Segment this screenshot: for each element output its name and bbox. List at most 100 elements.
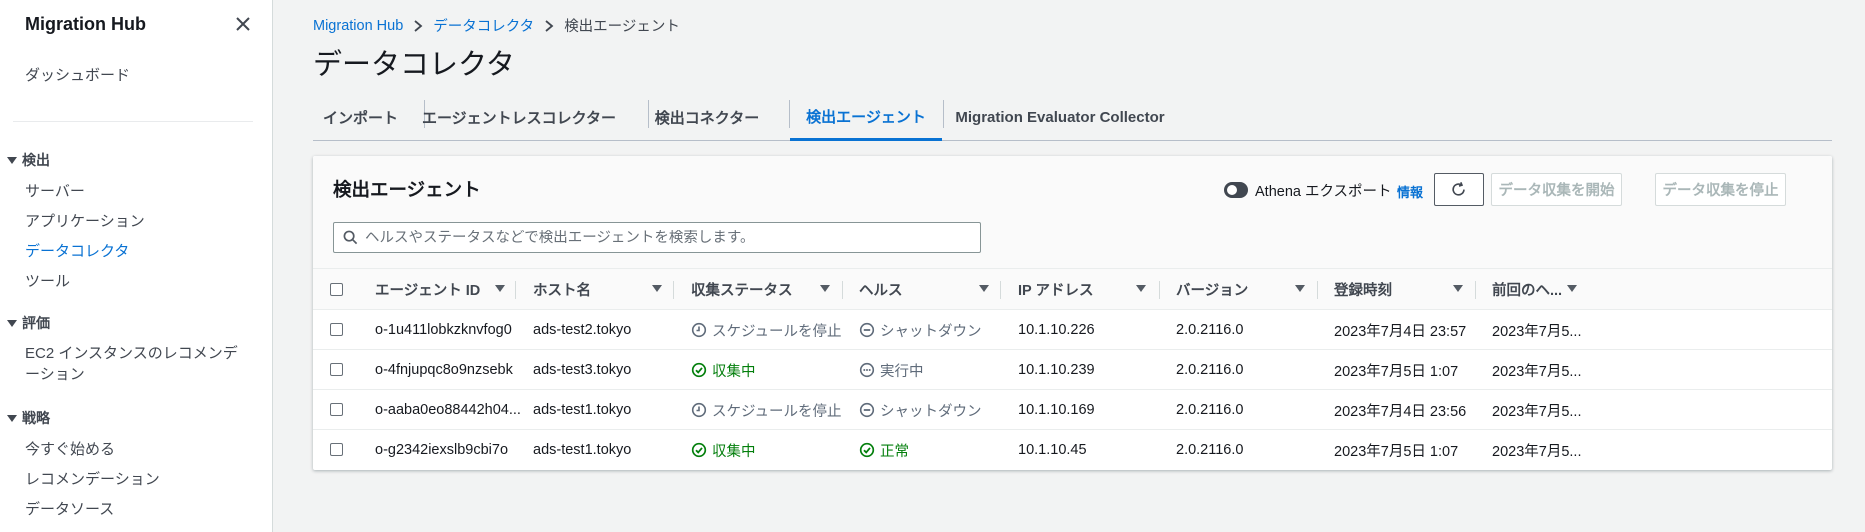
table-row[interactable]: o-aaba0eo88442h04... ads-test1.tokyo スケジ…	[313, 390, 1832, 430]
column-divider[interactable]	[1317, 281, 1318, 299]
sidebar-title: Migration Hub	[25, 14, 146, 34]
cell-version: 2.0.2116.0	[1176, 362, 1244, 378]
sort-caret-icon[interactable]	[495, 285, 505, 292]
tab-import[interactable]: インポート	[313, 94, 408, 141]
sidebar-item-tools[interactable]: ツール	[25, 270, 70, 291]
status-text: 収集中	[712, 363, 756, 380]
table-row[interactable]: o-1u411lobkzknvfog0 ads-test2.tokyo スケジュ…	[313, 310, 1832, 350]
row-checkbox[interactable]	[330, 323, 343, 336]
tab-migration-evaluator-collector[interactable]: Migration Evaluator Collector	[944, 94, 1176, 141]
sidebar-item-get-started[interactable]: 今すぐ始める	[25, 438, 115, 459]
athena-export-toggle[interactable]	[1224, 182, 1248, 198]
athena-export-label: Athena エクスポート	[1255, 184, 1392, 200]
panel-header: 検出エージェント Athena エクスポート 情報 データ収集を開始 データ収集…	[313, 156, 1832, 269]
column-divider[interactable]	[1159, 281, 1160, 299]
table-row[interactable]: o-4fnjupqc8o9nzsebk ads-test3.tokyo 収集中 …	[313, 350, 1832, 390]
caret-down-icon	[7, 319, 17, 327]
search-input[interactable]	[365, 229, 965, 246]
cell-registered: 2023年7月5日 1:07	[1334, 363, 1459, 380]
column-header-hostname[interactable]: ホスト名	[533, 269, 591, 310]
cell-health: 正常	[859, 430, 1009, 470]
shutdown-icon	[859, 322, 875, 338]
sidebar: Migration Hub ダッシュボード 検出 サーバー アプリケーション デ…	[0, 0, 273, 532]
sidebar-item-data-sources[interactable]: データソース	[25, 498, 114, 519]
row-checkbox[interactable]	[330, 363, 343, 376]
sidebar-item-ec2-recommendations[interactable]: EC2 インスタンスのレコメンデーション	[25, 343, 250, 385]
breadcrumb-migration-hub[interactable]: Migration Hub	[313, 18, 403, 34]
cell-hostname: ads-test3.tokyo	[533, 362, 632, 378]
stop-collection-button[interactable]: データ収集を停止	[1655, 173, 1786, 206]
column-divider[interactable]	[515, 281, 516, 299]
column-divider[interactable]	[1475, 281, 1476, 299]
row-checkbox[interactable]	[330, 443, 343, 456]
column-header-version[interactable]: バージョン	[1176, 269, 1248, 310]
sort-caret-icon[interactable]	[1295, 285, 1305, 292]
column-header-health[interactable]: ヘルス	[859, 269, 903, 310]
cell-ip: 10.1.10.45	[1018, 442, 1087, 458]
chevron-right-icon	[414, 19, 423, 32]
breadcrumb: Migration Hub データコレクタ 検出エージェント	[313, 15, 680, 36]
column-divider[interactable]	[673, 281, 674, 299]
sidebar-section-label: 戦略	[22, 410, 50, 426]
column-header-last-health[interactable]: 前回のヘ...	[1492, 269, 1562, 310]
cell-hostname: ads-test1.tokyo	[533, 402, 632, 418]
page-title: データコレクタ	[313, 49, 515, 81]
cell-agent-id: o-4fnjupqc8o9nzsebk	[375, 362, 513, 378]
sidebar-item-dashboard[interactable]: ダッシュボード	[25, 64, 130, 85]
sidebar-section-assess[interactable]: 評価	[7, 313, 50, 333]
cell-ip: 10.1.10.169	[1018, 402, 1095, 418]
clock-stopped-icon	[691, 402, 707, 418]
tab-discovery-agent[interactable]: 検出エージェント	[790, 94, 942, 141]
info-link[interactable]: 情報	[1397, 182, 1423, 201]
cell-last-health: 2023年7月5...	[1492, 363, 1582, 380]
cell-ip: 10.1.10.239	[1018, 362, 1095, 378]
sidebar-item-applications[interactable]: アプリケーション	[25, 210, 145, 231]
breadcrumb-data-collectors[interactable]: データコレクタ	[433, 15, 534, 36]
column-divider[interactable]	[1000, 281, 1001, 299]
cell-collection-status: スケジュールを停止	[691, 310, 851, 350]
sidebar-item-recommendations[interactable]: レコメンデーション	[25, 468, 160, 489]
refresh-button[interactable]	[1434, 173, 1484, 206]
agents-panel: 検出エージェント Athena エクスポート 情報 データ収集を開始 データ収集…	[313, 156, 1832, 470]
sidebar-divider	[13, 121, 253, 122]
column-header-agent-id[interactable]: エージェント ID	[375, 269, 480, 310]
cell-registered: 2023年7月4日 23:56	[1334, 403, 1467, 420]
running-icon	[859, 362, 875, 378]
select-all-checkbox[interactable]	[330, 283, 343, 296]
cell-collection-status: スケジュールを停止	[691, 390, 851, 430]
tab-agentless-collector[interactable]: エージェントレスコレクター	[422, 94, 616, 141]
cell-hostname: ads-test1.tokyo	[533, 442, 632, 458]
check-circle-icon	[859, 442, 875, 458]
cell-version: 2.0.2116.0	[1176, 442, 1244, 458]
sort-caret-icon[interactable]	[979, 285, 989, 292]
row-checkbox[interactable]	[330, 403, 343, 416]
sort-caret-icon[interactable]	[1453, 285, 1463, 292]
sidebar-section-label: 検出	[22, 152, 50, 168]
cell-agent-id: o-aaba0eo88442h04...	[375, 402, 521, 418]
sidebar-item-servers[interactable]: サーバー	[25, 180, 85, 201]
column-divider[interactable]	[842, 281, 843, 299]
search-icon	[343, 230, 358, 245]
table-header: エージェント ID ホスト名 収集ステータス ヘルス IP アドレス バージョン…	[313, 269, 1832, 310]
sidebar-section-discover[interactable]: 検出	[7, 150, 50, 170]
status-text: 収集中	[712, 443, 756, 460]
tab-discovery-connector[interactable]: 検出コネクター	[649, 94, 765, 141]
table-row[interactable]: o-g2342iexslb9cbi7o ads-test1.tokyo 収集中 …	[313, 430, 1832, 470]
start-collection-button[interactable]: データ収集を開始	[1491, 173, 1622, 206]
column-header-registered[interactable]: 登録時刻	[1334, 269, 1392, 310]
sort-caret-icon[interactable]	[1567, 285, 1577, 292]
chevron-right-icon	[545, 19, 554, 32]
column-header-collection-status[interactable]: 収集ステータス	[691, 269, 793, 310]
sort-caret-icon[interactable]	[652, 285, 662, 292]
cell-registered: 2023年7月5日 1:07	[1334, 443, 1459, 460]
close-icon[interactable]	[233, 14, 253, 34]
breadcrumb-current: 検出エージェント	[564, 19, 680, 35]
sort-caret-icon[interactable]	[820, 285, 830, 292]
sidebar-item-data-collectors[interactable]: データコレクタ	[25, 240, 129, 261]
status-text: スケジュールを停止	[712, 403, 842, 420]
sidebar-section-label: 評価	[22, 315, 50, 331]
column-header-ip[interactable]: IP アドレス	[1018, 269, 1093, 310]
cell-last-health: 2023年7月5...	[1492, 403, 1582, 420]
sidebar-section-strategy[interactable]: 戦略	[7, 408, 50, 428]
sort-caret-icon[interactable]	[1136, 285, 1146, 292]
